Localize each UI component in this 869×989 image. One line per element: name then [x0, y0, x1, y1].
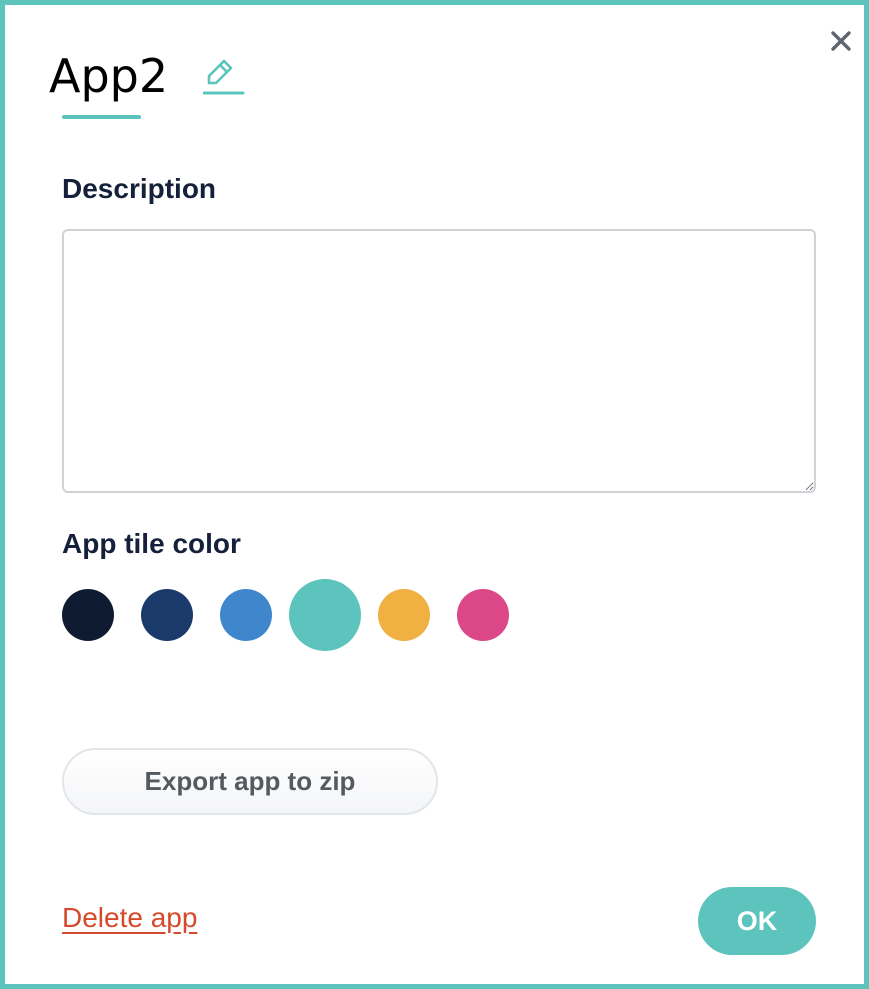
- description-label: Description: [62, 173, 217, 204]
- description-textarea[interactable]: [62, 229, 816, 493]
- pencil-icon: [202, 59, 245, 95]
- color-swatch-yellow[interactable]: [378, 589, 430, 641]
- tile-color-label: App tile color: [62, 528, 241, 559]
- color-swatch-navy-black[interactable]: [62, 589, 114, 641]
- close-button[interactable]: [825, 25, 857, 57]
- color-swatch-dark-blue[interactable]: [141, 589, 193, 641]
- color-swatch-teal[interactable]: [289, 579, 361, 651]
- ok-button[interactable]: OK: [698, 887, 816, 955]
- edit-name-button[interactable]: [202, 53, 245, 99]
- color-swatch-pink[interactable]: [457, 589, 509, 641]
- export-zip-button[interactable]: Export app to zip: [62, 748, 438, 815]
- color-swatch-blue[interactable]: [220, 589, 272, 641]
- app-name-title: App2: [49, 49, 169, 103]
- app-settings-dialog: App2 Description App tile color Export a…: [0, 0, 869, 989]
- title-underline: [62, 115, 141, 119]
- close-icon: [831, 31, 851, 51]
- delete-app-link[interactable]: Delete app: [62, 902, 197, 934]
- title-wrap: App2: [49, 45, 168, 107]
